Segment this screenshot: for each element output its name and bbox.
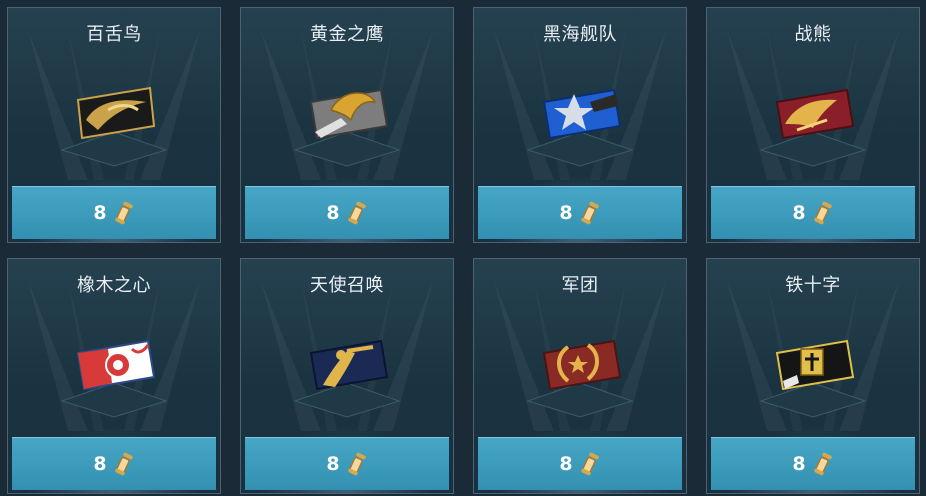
scroll-icon [114,452,133,476]
price-value: 8 [792,202,806,224]
buy-button[interactable]: 8 [711,437,915,490]
scroll-icon [114,201,133,225]
camo-name: 战熊 [794,24,832,45]
camo-card[interactable]: 战熊 8 [706,7,920,243]
price-value: 8 [93,202,107,224]
camo-name: 天使召唤 [310,275,384,296]
camo-card[interactable]: 黑海舰队 8 [473,7,687,243]
camo-war-bear-icon [775,88,855,140]
camo-card[interactable]: 军团 8 [473,258,687,494]
camo-golden-eagle-icon [309,88,389,140]
camouflage-shop-grid: 百舌鸟 8 黄金之鹰 8 黑海舰队 8 战熊 8 橡木之心 8 天使召唤 8 军… [0,0,926,496]
camo-black-sea-fleet-icon [542,88,622,140]
price-value: 8 [792,453,806,475]
scroll-icon [813,201,832,225]
camo-name: 铁十字 [785,275,841,296]
camo-card[interactable]: 橡木之心 8 [7,258,221,494]
camo-name: 百舌鸟 [86,24,142,45]
scroll-icon [347,201,366,225]
price-value: 8 [559,202,573,224]
camo-card[interactable]: 百舌鸟 8 [7,7,221,243]
camo-shrike-icon [76,86,156,140]
scroll-icon [580,452,599,476]
camo-angel-call-icon [309,339,389,391]
camo-card[interactable]: 铁十字 8 [706,258,920,494]
price-value: 8 [326,453,340,475]
buy-button[interactable]: 8 [478,186,682,239]
price-value: 8 [559,453,573,475]
price-value: 8 [93,453,107,475]
camo-heart-of-oak-icon [76,339,156,391]
camo-name: 黑海舰队 [543,24,617,45]
camo-name: 黄金之鹰 [310,24,384,45]
price-value: 8 [326,202,340,224]
camo-card[interactable]: 天使召唤 8 [240,258,454,494]
buy-button[interactable]: 8 [12,186,216,239]
camo-legion-icon [542,339,622,391]
scroll-icon [347,452,366,476]
buy-button[interactable]: 8 [12,437,216,490]
camo-iron-cross-icon [775,339,855,391]
camo-name: 橡木之心 [77,275,151,296]
buy-button[interactable]: 8 [711,186,915,239]
camo-card[interactable]: 黄金之鹰 8 [240,7,454,243]
buy-button[interactable]: 8 [478,437,682,490]
buy-button[interactable]: 8 [245,437,449,490]
scroll-icon [580,201,599,225]
buy-button[interactable]: 8 [245,186,449,239]
camo-name: 军团 [561,275,599,296]
scroll-icon [813,452,832,476]
